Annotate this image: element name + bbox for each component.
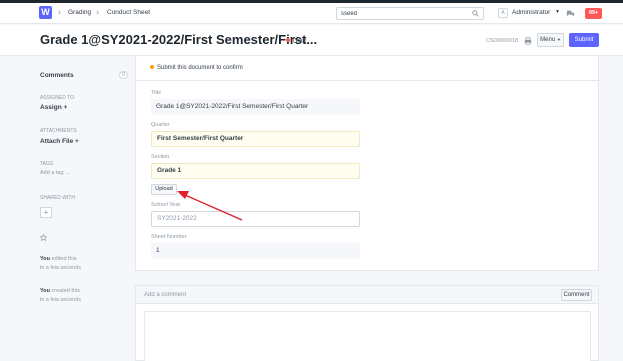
shared-with-heading: SHARED WITH [40, 195, 75, 201]
tags-heading: TAGS [40, 161, 54, 167]
page-title: Grade 1@SY2021-2022/First Semester/First… [40, 32, 318, 47]
page-header: Grade 1@SY2021-2022/First Semester/First… [0, 25, 623, 56]
avatar[interactable]: A [498, 8, 508, 18]
warning-dot-icon [150, 65, 154, 69]
form-card: Submit this document to confirm Title Gr… [135, 56, 600, 271]
status-badge: Draft [286, 38, 306, 45]
navbar: W › Grading › Conduct Sheet A Administra… [0, 3, 623, 24]
chat-icon[interactable] [566, 9, 575, 18]
print-icon[interactable] [524, 37, 532, 45]
assign-link[interactable]: Assign + [40, 104, 67, 111]
add-tag-link[interactable]: Add a tag ... [40, 170, 70, 176]
title-field: Grade 1@SY2021-2022/First Semester/First… [151, 99, 360, 115]
app-logo[interactable]: W [39, 6, 52, 19]
section-label: Section [151, 154, 170, 160]
comment-header: Add a comment Comment [136, 286, 598, 304]
timeline-time: in a few seconds [40, 265, 81, 271]
quarter-label: Quarter [151, 122, 170, 128]
comment-textarea[interactable] [144, 311, 591, 361]
assigned-to-heading: ASSIGNED TO [40, 95, 74, 101]
add-share-button[interactable]: + [40, 207, 52, 218]
school-year-field[interactable]: SY2021-2022 [151, 211, 360, 227]
timeline-item: You edited this in a few seconds [40, 255, 81, 273]
menu-button[interactable]: Menu ▼ [537, 33, 564, 47]
title-label: Title [151, 90, 162, 96]
document-id: CS00000018 [486, 38, 519, 44]
status-dot-icon [286, 38, 290, 42]
timeline-time: in a few seconds [40, 297, 81, 303]
timeline-actor: You [40, 256, 50, 262]
timeline-action: created this [51, 288, 80, 294]
chevron-down-icon[interactable]: ▼ [555, 9, 560, 15]
divider [136, 80, 600, 81]
chevron-right-icon: › [58, 7, 61, 17]
quarter-field[interactable]: First Semester/First Quarter [151, 131, 360, 147]
timeline-actor: You [40, 288, 50, 294]
comment-placeholder[interactable]: Add a comment [144, 292, 186, 298]
form-message-text: Submit this document to confirm [157, 65, 243, 71]
school-year-label: School Year [151, 202, 181, 208]
comment-box: Add a comment Comment [135, 285, 599, 361]
section-field[interactable]: Grade 1 [151, 163, 360, 179]
attach-file-link[interactable]: Attach File + [40, 138, 79, 145]
timeline-action: edited this [51, 256, 77, 262]
attachments-heading: ATTACHMENTS [40, 128, 77, 134]
user-menu[interactable]: Administrator [512, 9, 550, 16]
menu-button-label: Menu [540, 37, 556, 43]
star-icon[interactable] [40, 234, 47, 241]
timeline-item: You created this in a few seconds [40, 287, 81, 305]
upload-button[interactable]: Upload [151, 184, 177, 195]
breadcrumb-conduct-sheet[interactable]: Conduct Sheet [107, 9, 150, 16]
comments-link[interactable]: Comments [40, 72, 74, 79]
search-box[interactable] [336, 7, 484, 20]
comments-count-badge: 0 [119, 71, 128, 79]
comment-button[interactable]: Comment [561, 289, 592, 301]
breadcrumb-grading[interactable]: Grading [68, 9, 91, 16]
chevron-right-icon: › [96, 7, 99, 17]
search-icon[interactable] [472, 10, 479, 17]
notification-badge[interactable]: 99+ [585, 8, 602, 19]
status-label: Draft [293, 38, 307, 45]
caret-down-icon: ▼ [556, 37, 561, 42]
submit-button[interactable]: Submit [569, 33, 599, 47]
form-message: Submit this document to confirm [150, 65, 243, 71]
sheet-number-field: 1 [151, 243, 360, 259]
sheet-number-label: Sheet Number [151, 234, 187, 240]
search-input[interactable] [341, 10, 461, 18]
